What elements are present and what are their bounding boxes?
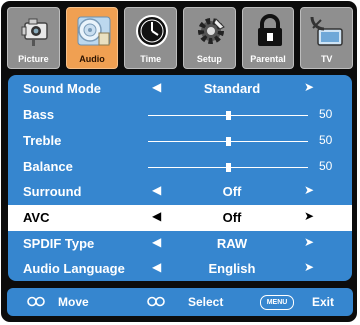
select-label: Select <box>188 295 224 309</box>
menu-row-bass[interactable]: Bass 50 <box>8 102 352 128</box>
menu-row-value: Standard <box>203 81 261 96</box>
tab-picture[interactable]: Picture <box>7 7 60 69</box>
satellite-tv-icon <box>310 16 344 46</box>
menu-row-label: Bass <box>23 107 55 122</box>
slider-value: 50 <box>319 133 333 147</box>
right-arrow-icon[interactable]: ➤ <box>304 183 314 197</box>
tab-audio[interactable]: Audio <box>65 7 119 69</box>
menu-row-label: Surround <box>23 184 82 199</box>
menu-row-label: Sound Mode <box>23 81 101 96</box>
slider-knob[interactable] <box>226 111 231 120</box>
left-arrow-icon[interactable]: ◀ <box>152 235 161 249</box>
move-label: Move <box>58 295 89 309</box>
camera-icon <box>21 18 48 46</box>
tab-tv[interactable]: TV <box>300 7 354 69</box>
menu-row-label: Balance <box>23 159 73 174</box>
select-keys-icon <box>147 296 165 307</box>
right-arrow-icon[interactable]: ➤ <box>304 209 314 223</box>
menu-row-audio-language[interactable]: Audio Language ◀ English ➤ <box>8 256 352 281</box>
speaker-icon <box>77 16 111 46</box>
menu-row-balance[interactable]: Balance 50 <box>8 154 352 180</box>
left-arrow-icon[interactable]: ◀ <box>152 260 161 274</box>
slider-knob[interactable] <box>226 137 231 146</box>
menu-row-value: English <box>208 261 256 276</box>
tab-parental[interactable]: Parental <box>241 7 295 69</box>
tab-label: Picture <box>18 54 49 64</box>
menu-row-surround[interactable]: Surround ◀ Off ➤ <box>8 179 352 205</box>
tab-label: Setup <box>196 54 222 64</box>
menu-row-sound-mode[interactable]: Sound Mode ◀ Standard ➤ <box>8 76 352 102</box>
menu-row-treble[interactable]: Treble 50 <box>8 128 352 154</box>
menu-row-value: Off <box>222 210 242 225</box>
menu-row-label: Treble <box>23 133 62 148</box>
clock-icon <box>136 15 169 47</box>
tab-time[interactable]: Time <box>124 7 178 69</box>
left-arrow-icon[interactable]: ◀ <box>152 80 161 94</box>
tab-bar: Picture Audio Time Setup Parental TV <box>7 7 354 69</box>
left-arrow-icon[interactable]: ◀ <box>152 183 161 197</box>
footer-help-bar: Move Select MENU Exit <box>7 288 353 316</box>
menu-row-spdif-type[interactable]: SPDIF Type ◀ RAW ➤ <box>8 231 352 257</box>
menu-row-value: Off <box>222 184 242 199</box>
audio-settings-panel: Sound Mode ◀ Standard ➤ Bass 50 Treble 5… <box>8 75 352 281</box>
lock-icon <box>257 14 282 46</box>
gear-icon <box>198 18 225 44</box>
tab-label: Audio <box>79 54 105 64</box>
menu-row-label: Audio Language <box>23 261 125 276</box>
menu-key-icon: MENU <box>260 295 294 310</box>
tab-label: Time <box>140 54 162 64</box>
slider-knob[interactable] <box>226 163 231 172</box>
osd-frame: Picture Audio Time Setup Parental TV Sou… <box>1 1 357 322</box>
tab-label: TV <box>320 54 333 64</box>
right-arrow-icon[interactable]: ➤ <box>304 260 314 274</box>
slider-value: 50 <box>319 159 333 173</box>
move-keys-icon <box>27 296 45 307</box>
menu-row-avc[interactable]: AVC ◀ Off ➤ <box>8 205 352 231</box>
menu-row-label: AVC <box>23 210 50 225</box>
slider-value: 50 <box>319 107 333 121</box>
tab-setup[interactable]: Setup <box>183 7 236 69</box>
menu-row-value: RAW <box>216 236 248 251</box>
left-arrow-icon[interactable]: ◀ <box>152 209 161 223</box>
menu-row-label: SPDIF Type <box>23 236 95 251</box>
tab-label: Parental <box>250 54 286 64</box>
right-arrow-icon[interactable]: ➤ <box>304 80 314 94</box>
exit-label: Exit <box>312 295 335 309</box>
right-arrow-icon[interactable]: ➤ <box>304 235 314 249</box>
